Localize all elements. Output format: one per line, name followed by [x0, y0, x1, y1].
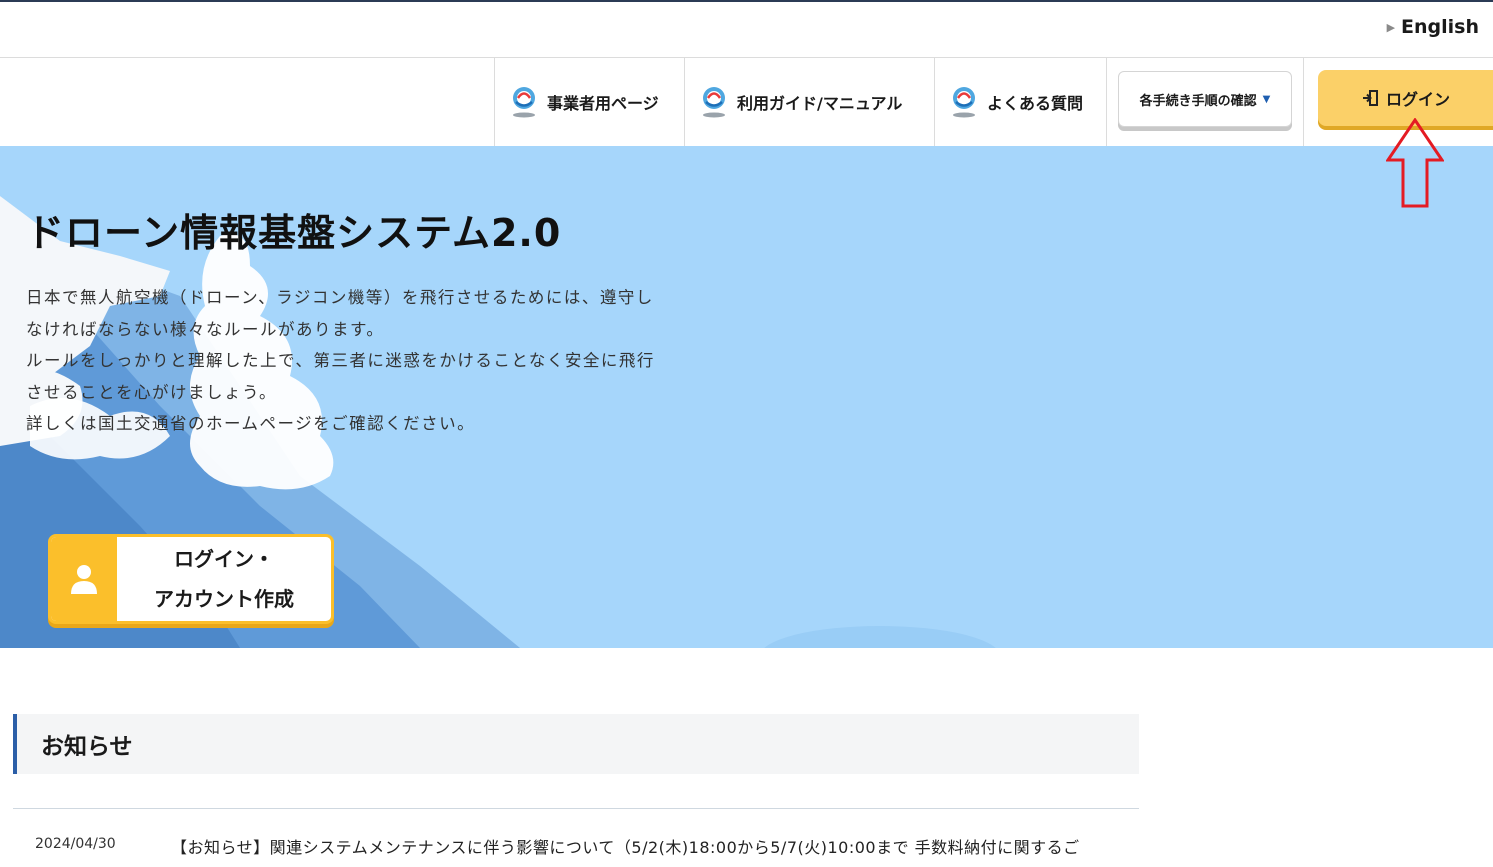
account-button-label: ログイン・ アカウント作成 [117, 537, 331, 621]
mlit-logo-icon [703, 87, 725, 118]
hero-title: ドローン情報基盤システム2.0 [26, 211, 562, 255]
procedure-dropdown-label: 各手続き手順の確認 [1139, 93, 1257, 109]
hero-description: 日本で無人航空機（ドローン、ラジコン機等）を飛行させるためには、遵守し なければ… [26, 282, 696, 440]
notice-row[interactable]: 2024/04/30 【お知らせ】関連システムメンテナンスに伴う影響について（5… [13, 830, 1139, 867]
nav-item-faq[interactable]: よくある質問 [934, 58, 1106, 146]
hero-description-line: させることを心がけましょう。 [26, 382, 278, 402]
mlit-logo-icon [513, 87, 535, 118]
user-icon-box [51, 537, 117, 621]
red-arrow-up [1386, 118, 1444, 208]
caret-down-icon: ▼ [1262, 93, 1271, 105]
hero-section: ドローン情報基盤システム2.0 日本で無人航空機（ドローン、ラジコン機等）を飛行… [0, 146, 1493, 648]
notices-heading: お知らせ [13, 714, 1139, 774]
login-label: ログイン [1385, 90, 1450, 109]
nav-item-label: 利用ガイド/マニュアル [737, 94, 903, 113]
triangle-right-icon: ▶ [1386, 20, 1396, 34]
mlit-logo-icon [953, 87, 975, 118]
hero-description-line: 詳しくは国土交通省のホームページをご確認ください。 [26, 414, 476, 433]
nav-item-label: 事業者用ページ [547, 94, 659, 113]
nav-item-label: よくある質問 [987, 94, 1084, 113]
language-bar: ▶ English [0, 2, 1493, 58]
login-create-account-button[interactable]: ログイン・ アカウント作成 [48, 534, 334, 624]
notice-date: 2024/04/30 [35, 836, 116, 852]
nav-item-user-guide[interactable]: 利用ガイド/マニュアル [684, 58, 934, 146]
notice-title-link[interactable]: 【お知らせ】関連システムメンテナンスに伴う影響について（5/2(木)18:00か… [171, 834, 1139, 858]
hero-description-line: 日本で無人航空機（ドローン、ラジコン機等）を飛行させるためには、遵守し [26, 288, 654, 307]
login-door-icon [1362, 90, 1378, 106]
divider [13, 808, 1139, 809]
account-button-line2: アカウント作成 [154, 587, 294, 611]
english-link[interactable]: ▶ English [1387, 16, 1479, 38]
hero-description-line: なければならない様々なルールがあります。 [26, 319, 385, 339]
nav-item-business-page[interactable]: 事業者用ページ [494, 58, 684, 146]
english-label: English [1401, 16, 1479, 38]
procedure-dropdown[interactable]: 各手続き手順の確認 ▼ [1118, 71, 1292, 127]
user-icon [71, 565, 97, 594]
hero-description-line: ルールをしっかりと理解した上で、第三者に迷惑をかけることなく安全に飛行 [26, 351, 655, 370]
main-nav: 事業者用ページ 利用ガイド/マニュアル よくある質問 各手続き手順の確認 ▼ ロ… [0, 58, 1493, 146]
account-button-line1: ログイン・ [174, 547, 274, 571]
